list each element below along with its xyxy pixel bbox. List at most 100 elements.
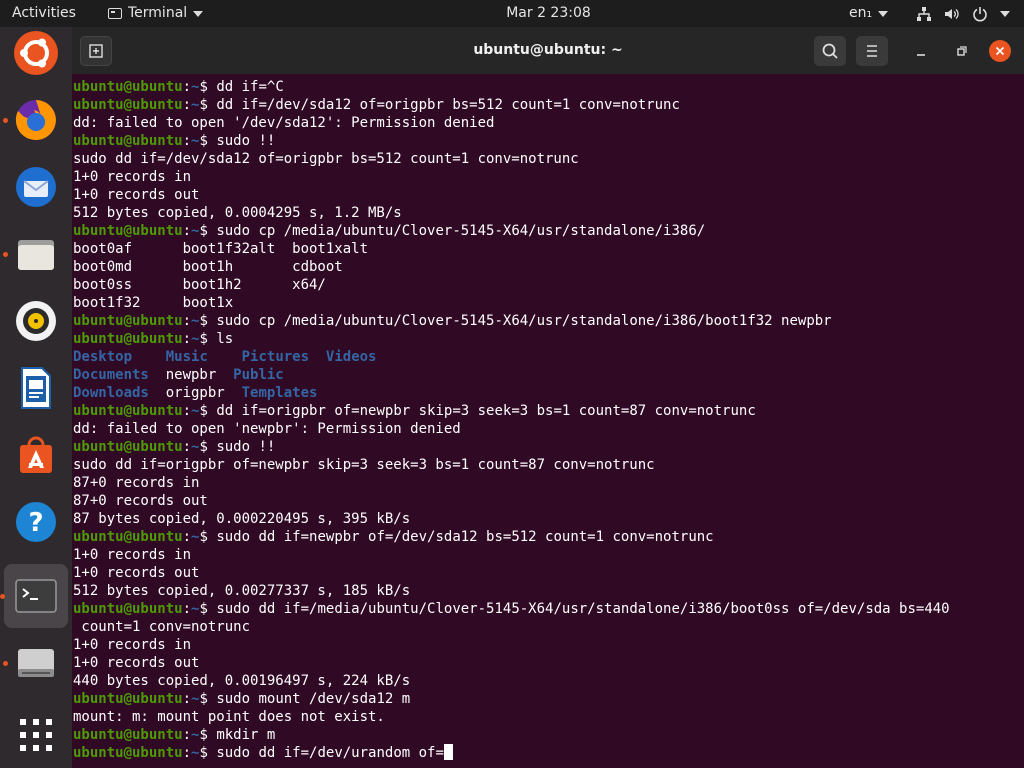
prompt-separator: :	[182, 439, 192, 455]
output-line: 1+0 records out	[73, 186, 950, 204]
output-text: dd: failed to open '/dev/sda12': Permiss…	[73, 115, 495, 131]
prompt-line: ubuntu@ubuntu:~$ dd if=^C	[73, 78, 950, 96]
prompt-user: ubuntu@ubuntu	[73, 403, 183, 419]
output-line: 87 bytes copied, 0.000220495 s, 395 kB/s	[73, 510, 950, 528]
chevron-down-icon	[878, 10, 889, 17]
output-text: count=1 conv=notrunc	[73, 619, 251, 635]
prompt-separator: :	[182, 313, 192, 329]
command-text: sudo cp /media/ubuntu/Clover-5145-X64/us…	[216, 313, 832, 329]
output-line: count=1 conv=notrunc	[73, 618, 950, 636]
dock-libreoffice-writer[interactable]	[4, 356, 68, 420]
prompt-user: ubuntu@ubuntu	[73, 529, 183, 545]
output-line: 1+0 records in	[73, 168, 950, 186]
output-text: 87 bytes copied, 0.000220495 s, 395 kB/s	[73, 511, 411, 527]
language-label: en₁	[849, 5, 873, 21]
command-text: sudo mount /dev/sda12 m	[216, 691, 411, 707]
dock-firefox[interactable]	[3, 88, 68, 152]
dock-disk[interactable]	[3, 631, 68, 695]
svg-text:?: ?	[28, 508, 43, 538]
prompt-line: ubuntu@ubuntu:~$ sudo dd if=/media/ubunt…	[73, 600, 950, 618]
output-text: dd: failed to open 'newpbr': Permission …	[73, 421, 461, 437]
dock-ubuntu-logo[interactable]	[4, 21, 68, 85]
prompt-user: ubuntu@ubuntu	[73, 331, 183, 347]
directory-entry: Documents	[73, 367, 149, 383]
running-indicator	[3, 252, 8, 257]
dock-software-center[interactable]	[4, 423, 68, 487]
dock-show-apps[interactable]	[4, 703, 68, 767]
title-bar[interactable]: ubuntu@ubuntu: ~	[72, 27, 1024, 74]
output-text: 1+0 records in	[73, 547, 192, 563]
power-icon	[973, 6, 987, 21]
prompt-symbol: $	[199, 529, 217, 545]
prompt-separator: :	[182, 529, 192, 545]
prompt-user: ubuntu@ubuntu	[73, 313, 183, 329]
dock-thunderbird[interactable]	[4, 155, 68, 219]
ls-output-line: Downloads origpbr Templates	[73, 384, 950, 402]
prompt-line: ubuntu@ubuntu:~$ dd if=/dev/sda12 of=ori…	[73, 96, 950, 114]
prompt-separator: :	[182, 727, 192, 743]
output-line: 87+0 records in	[73, 474, 950, 492]
directory-entry: Downloads	[73, 385, 149, 401]
prompt-symbol: $	[199, 313, 217, 329]
search-button[interactable]	[814, 36, 846, 66]
prompt-line: ubuntu@ubuntu:~$ sudo !!	[73, 438, 950, 456]
prompt-symbol: $	[199, 439, 217, 455]
maximize-button[interactable]	[945, 36, 977, 66]
prompt-line: ubuntu@ubuntu:~$ sudo mount /dev/sda12 m	[73, 690, 950, 708]
prompt-user: ubuntu@ubuntu	[73, 223, 183, 239]
dock-terminal[interactable]	[0, 564, 68, 628]
menu-button[interactable]	[856, 36, 888, 66]
output-text: boot0ss boot1h2 x64/	[73, 277, 326, 293]
output-text: boot0md boot1h cdboot	[73, 259, 343, 275]
dock-files[interactable]	[3, 222, 68, 286]
running-indicator	[3, 661, 8, 666]
minimize-button[interactable]	[905, 36, 937, 66]
prompt-symbol: $	[199, 745, 217, 761]
output-line: sudo dd if=origpbr of=newpbr skip=3 seek…	[73, 456, 950, 474]
new-tab-button[interactable]	[80, 36, 112, 66]
libreoffice-writer-icon	[21, 367, 51, 409]
ls-output-line: Documents newpbr Public	[73, 366, 950, 384]
directory-entry: Music	[165, 349, 208, 365]
running-indicator	[0, 594, 5, 599]
output-line: mount: m: mount point does not exist.	[73, 708, 950, 726]
prompt-line: ubuntu@ubuntu:~$ dd if=origpbr of=newpbr…	[73, 402, 950, 420]
rhythmbox-icon	[16, 301, 56, 341]
prompt-symbol: $	[199, 133, 217, 149]
output-line: 1+0 records out	[73, 564, 950, 582]
prompt-symbol: $	[199, 79, 217, 95]
prompt-line: ubuntu@ubuntu:~$ sudo !!	[73, 132, 950, 150]
command-text: sudo dd if=newpbr of=/dev/sda12 bs=512 c…	[216, 529, 714, 545]
new-tab-icon	[89, 44, 103, 58]
dock-help[interactable]: ?	[4, 490, 68, 554]
files-icon	[18, 240, 54, 270]
top-bar: Activities Terminal Mar 2 23:08 en₁	[0, 0, 1024, 27]
prompt-user: ubuntu@ubuntu	[73, 79, 183, 95]
command-text: sudo dd if=/dev/urandom of=	[216, 745, 444, 761]
prompt-symbol: $	[199, 331, 217, 347]
prompt-line: ubuntu@ubuntu:~$ sudo cp /media/ubuntu/C…	[73, 312, 950, 330]
dock-rhythmbox[interactable]	[4, 289, 68, 353]
input-language-button[interactable]: en₁	[849, 0, 889, 27]
output-line: boot0md boot1h cdboot	[73, 258, 950, 276]
volume-icon	[945, 8, 959, 19]
command-text: sudo !!	[216, 133, 276, 149]
software-center-icon	[20, 436, 52, 473]
directory-entry: Templates	[241, 385, 318, 401]
help-icon: ?	[16, 502, 56, 542]
system-tray[interactable]	[916, 0, 1010, 27]
directory-entry: Videos	[325, 349, 377, 365]
show-apps-grid-icon	[20, 719, 52, 751]
output-text: 1+0 records out	[73, 655, 200, 671]
command-text: sudo !!	[216, 439, 276, 455]
command-text: sudo cp /media/ubuntu/Clover-5145-X64/us…	[216, 223, 706, 239]
output-line: dd: failed to open '/dev/sda12': Permiss…	[73, 114, 950, 132]
prompt-separator: :	[182, 691, 192, 707]
output-line: boot1f32 boot1x	[73, 294, 950, 312]
network-icon	[917, 6, 931, 21]
close-button[interactable]	[989, 40, 1011, 62]
chevron-down-icon	[1000, 10, 1010, 17]
close-icon	[995, 46, 1005, 56]
terminal-output[interactable]: ubuntu@ubuntu:~$ dd if=^C ubuntu@ubuntu:~…	[72, 74, 1024, 768]
terminal-window: ubuntu@ubuntu: ~ ubuntu@ubuntu:~$ dd if=…	[72, 27, 1024, 768]
